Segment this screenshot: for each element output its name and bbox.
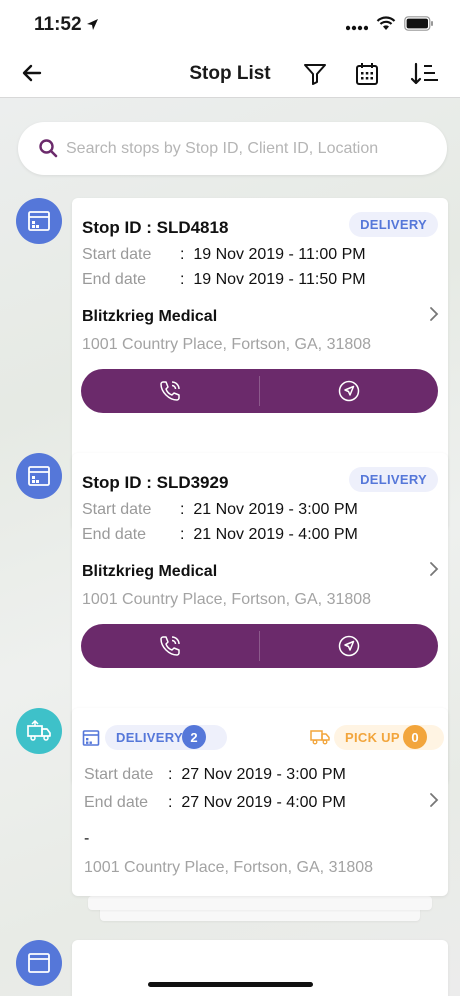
end-date-label: End date bbox=[82, 271, 147, 288]
chevron-right-icon[interactable] bbox=[428, 792, 440, 808]
status-bar: 11:52 bbox=[0, 0, 460, 50]
client-name: - bbox=[84, 830, 90, 847]
store-icon bbox=[82, 730, 100, 746]
delivery-badge: DELIVERY bbox=[349, 212, 438, 237]
stop-type-avatar bbox=[16, 708, 62, 754]
sort-icon[interactable] bbox=[410, 61, 440, 87]
start-date-value: : 21 Nov 2019 - 3:00 PM bbox=[180, 501, 358, 518]
client-name: Blitzkrieg Medical bbox=[82, 563, 218, 580]
start-date-label: Start date bbox=[82, 246, 152, 263]
search-input[interactable] bbox=[66, 122, 426, 175]
stop-type-avatar bbox=[16, 453, 62, 499]
end-date-label: End date bbox=[84, 794, 149, 811]
start-date-text: 21 Nov 2019 - 3:00 PM bbox=[193, 501, 358, 518]
start-date-value: : 27 Nov 2019 - 3:00 PM bbox=[168, 766, 346, 783]
stop-list-content[interactable]: Stop ID : SLD4818 DELIVERY Start date : … bbox=[0, 98, 460, 996]
start-date-label: Start date bbox=[82, 501, 152, 518]
call-button[interactable] bbox=[81, 624, 259, 668]
nav-bar: Stop List bbox=[0, 50, 460, 98]
search-icon bbox=[39, 139, 58, 158]
chevron-right-icon[interactable] bbox=[428, 561, 440, 577]
stacked-card-shadow bbox=[88, 896, 432, 910]
start-date-label: Start date bbox=[84, 766, 154, 783]
call-button[interactable] bbox=[81, 369, 259, 413]
grouped-stop-card[interactable]: DELIVERY 2 PICK UP 0 Start date : 27 Nov… bbox=[72, 708, 448, 896]
stop-address: 1001 Country Place, Fortson, GA, 31808 bbox=[84, 859, 374, 876]
page-title: Stop List bbox=[189, 63, 271, 84]
phone-call-icon bbox=[160, 636, 180, 656]
start-date-text: 19 Nov 2019 - 11:00 PM bbox=[193, 246, 366, 263]
navigate-button[interactable] bbox=[260, 369, 438, 413]
delivery-count: 2 bbox=[182, 725, 206, 749]
delivery-badge: DELIVERY bbox=[349, 467, 438, 492]
end-date-value: : 21 Nov 2019 - 4:00 PM bbox=[180, 526, 358, 543]
end-date-text: 19 Nov 2019 - 11:50 PM bbox=[193, 271, 366, 288]
truck-icon bbox=[27, 720, 51, 741]
client-name: Blitzkrieg Medical bbox=[82, 308, 218, 325]
calendar-icon[interactable] bbox=[354, 61, 380, 87]
stop-card[interactable] bbox=[72, 940, 448, 996]
delivery-label: DELIVERY bbox=[116, 730, 183, 745]
store-icon bbox=[28, 211, 50, 231]
chevron-right-icon[interactable] bbox=[428, 306, 440, 322]
location-arrow-icon bbox=[87, 19, 98, 30]
truck-icon bbox=[310, 730, 330, 745]
pickup-label: PICK UP bbox=[345, 730, 400, 745]
stop-address: 1001 Country Place, Fortson, GA, 31808 bbox=[82, 336, 372, 353]
end-date-value: : 19 Nov 2019 - 11:50 PM bbox=[180, 271, 366, 288]
pickup-count-badge: PICK UP bbox=[334, 725, 444, 750]
start-date-text: 27 Nov 2019 - 3:00 PM bbox=[181, 766, 346, 783]
stop-address: 1001 Country Place, Fortson, GA, 31808 bbox=[82, 591, 372, 608]
battery-icon bbox=[404, 16, 433, 31]
status-indicators bbox=[346, 16, 434, 31]
stop-id: Stop ID : SLD4818 bbox=[82, 218, 229, 237]
navigate-button[interactable] bbox=[260, 624, 438, 668]
action-bar bbox=[81, 369, 438, 413]
pickup-count: 0 bbox=[403, 725, 427, 749]
start-date-value: : 19 Nov 2019 - 11:00 PM bbox=[180, 246, 366, 263]
navigation-icon bbox=[338, 380, 360, 402]
store-icon bbox=[28, 466, 50, 486]
stop-id: Stop ID : SLD3929 bbox=[82, 473, 229, 492]
status-time: 11:52 bbox=[34, 14, 82, 35]
end-date-value: : 27 Nov 2019 - 4:00 PM bbox=[168, 794, 346, 811]
home-indicator[interactable] bbox=[148, 982, 313, 987]
wifi-icon bbox=[376, 16, 396, 30]
end-date-label: End date bbox=[82, 526, 147, 543]
end-date-text: 27 Nov 2019 - 4:00 PM bbox=[181, 794, 346, 811]
search-bar[interactable] bbox=[18, 122, 447, 175]
delivery-count-badge: DELIVERY bbox=[105, 725, 227, 750]
store-icon bbox=[28, 953, 50, 973]
navigation-icon bbox=[338, 635, 360, 657]
signal-icon bbox=[346, 25, 368, 30]
end-date-text: 21 Nov 2019 - 4:00 PM bbox=[193, 526, 358, 543]
stop-type-avatar bbox=[16, 940, 62, 986]
filter-icon[interactable] bbox=[302, 61, 328, 87]
stop-type-avatar bbox=[16, 198, 62, 244]
phone-call-icon bbox=[160, 381, 180, 401]
action-bar bbox=[81, 624, 438, 668]
